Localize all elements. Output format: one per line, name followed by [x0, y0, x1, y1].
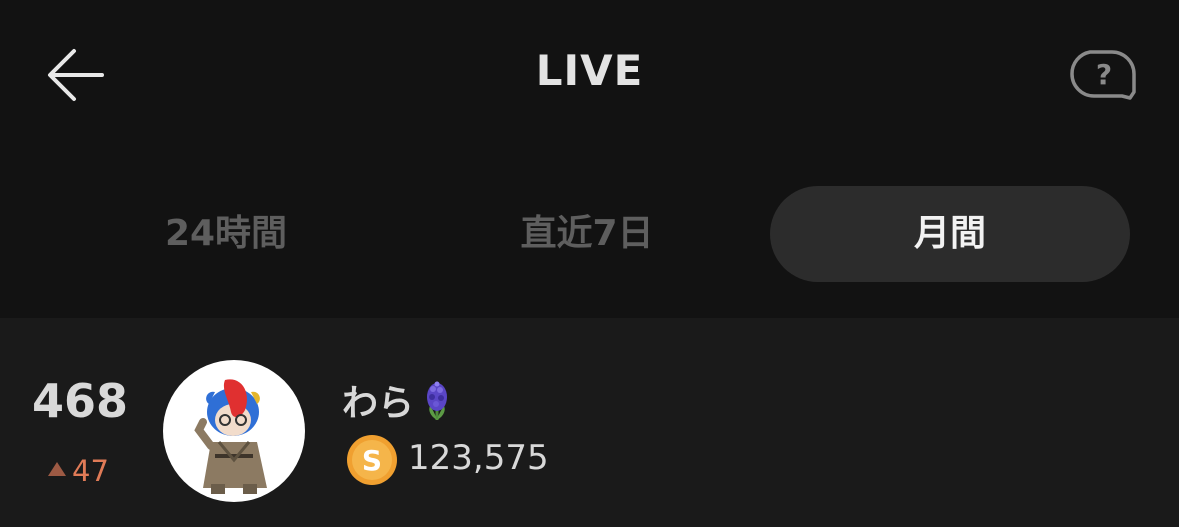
user-name: わら: [342, 374, 452, 431]
svg-text:S: S: [362, 444, 382, 477]
help-button[interactable]: ?: [1070, 48, 1140, 104]
tab-24h[interactable]: 24時間: [46, 186, 406, 282]
s-coin-icon: S: [346, 434, 398, 486]
rank-number: 468: [31, 374, 129, 428]
page-title: LIVE: [535, 46, 644, 95]
user-name-text: わら: [342, 383, 415, 424]
triangle-up-icon: [48, 462, 66, 476]
tab-last-7-days[interactable]: 直近7日: [406, 186, 768, 282]
avatar[interactable]: [163, 360, 305, 502]
list-item[interactable]: 468 47 わら S 123,575: [0, 318, 1179, 527]
ranking-list: 468 47 わら S 123,575: [0, 318, 1179, 527]
svg-text:?: ?: [1096, 58, 1112, 91]
tab-monthly[interactable]: 月間: [770, 186, 1130, 282]
period-tabs: 24時間 直近7日 月間: [0, 186, 1179, 282]
question-bubble-icon: ?: [1070, 50, 1136, 100]
rank-change-value: 47: [72, 454, 109, 488]
hyacinth-icon: [422, 380, 452, 431]
rank-change: 47: [48, 454, 109, 488]
avatar-image: [194, 379, 267, 494]
point-count: 123,575: [408, 438, 549, 478]
header-bar: LIVE ?: [0, 0, 1179, 150]
